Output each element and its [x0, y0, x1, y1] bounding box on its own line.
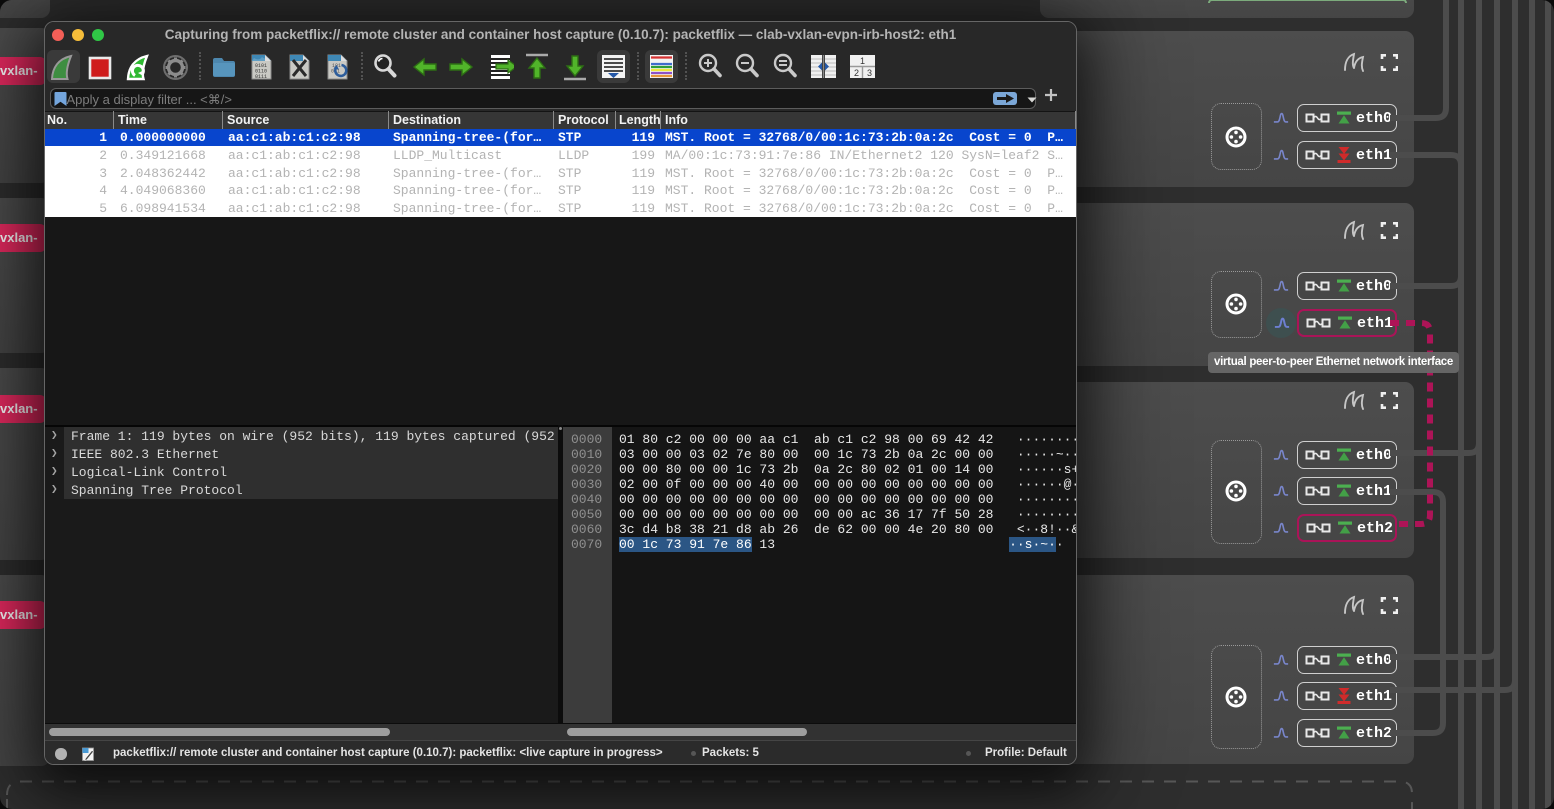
- svg-text:0111: 0111: [255, 74, 267, 80]
- svg-text:1: 1: [860, 56, 865, 66]
- svg-text:2: 2: [854, 68, 859, 78]
- svg-text:3: 3: [867, 68, 872, 78]
